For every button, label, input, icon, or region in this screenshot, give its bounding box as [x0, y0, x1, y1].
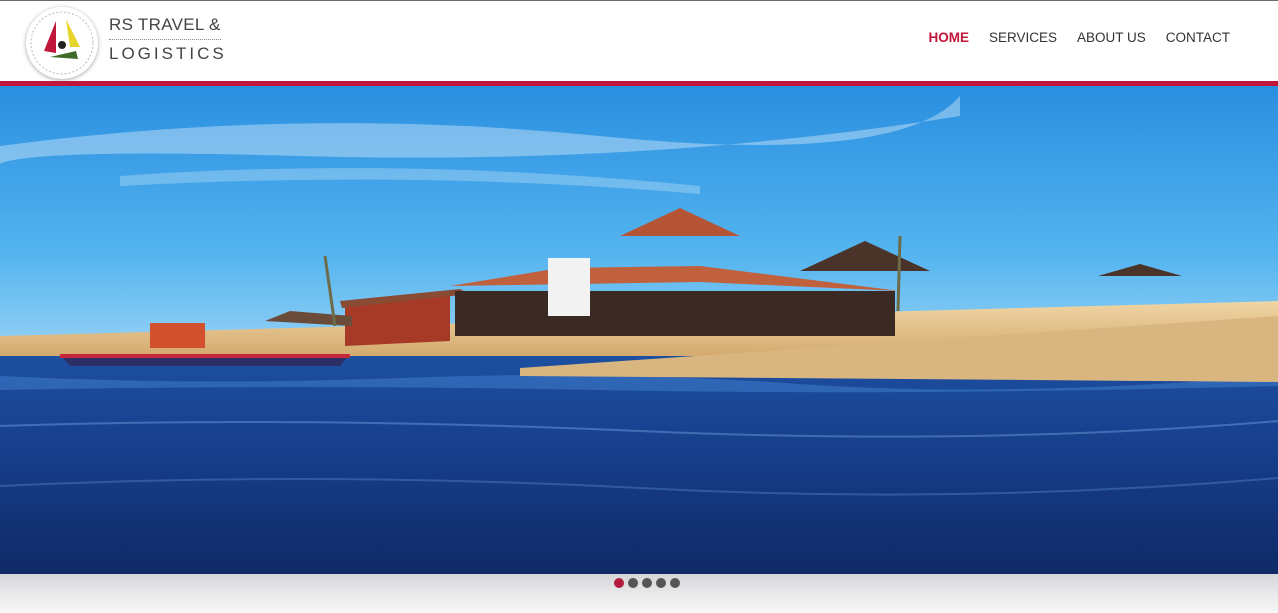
brand-line-1: RS TRAVEL &: [109, 15, 221, 40]
brand-line-2: LOGISTICS: [109, 44, 227, 63]
slider-pagination: [614, 578, 680, 588]
nav-home[interactable]: HOME: [928, 30, 969, 45]
beach-scene-image: [0, 86, 1278, 574]
slide-dot-5[interactable]: [670, 578, 680, 588]
slide-dot-4[interactable]: [656, 578, 666, 588]
logo[interactable]: [26, 7, 98, 79]
nav-contact[interactable]: CONTACT: [1166, 30, 1230, 45]
slide-dot-2[interactable]: [628, 578, 638, 588]
site-header: RS TRAVEL & LOGISTICS HOME SERVICES ABOU…: [0, 0, 1278, 81]
hero-slider-image: [0, 86, 1278, 574]
slide-dot-1[interactable]: [614, 578, 624, 588]
main-nav: HOME SERVICES ABOUT US CONTACT: [928, 30, 1230, 45]
brand-name[interactable]: RS TRAVEL & LOGISTICS: [109, 15, 227, 64]
logo-emblem-icon: [30, 11, 94, 75]
nav-services[interactable]: SERVICES: [989, 30, 1057, 45]
slide-dot-3[interactable]: [642, 578, 652, 588]
nav-about-us[interactable]: ABOUT US: [1077, 30, 1146, 45]
